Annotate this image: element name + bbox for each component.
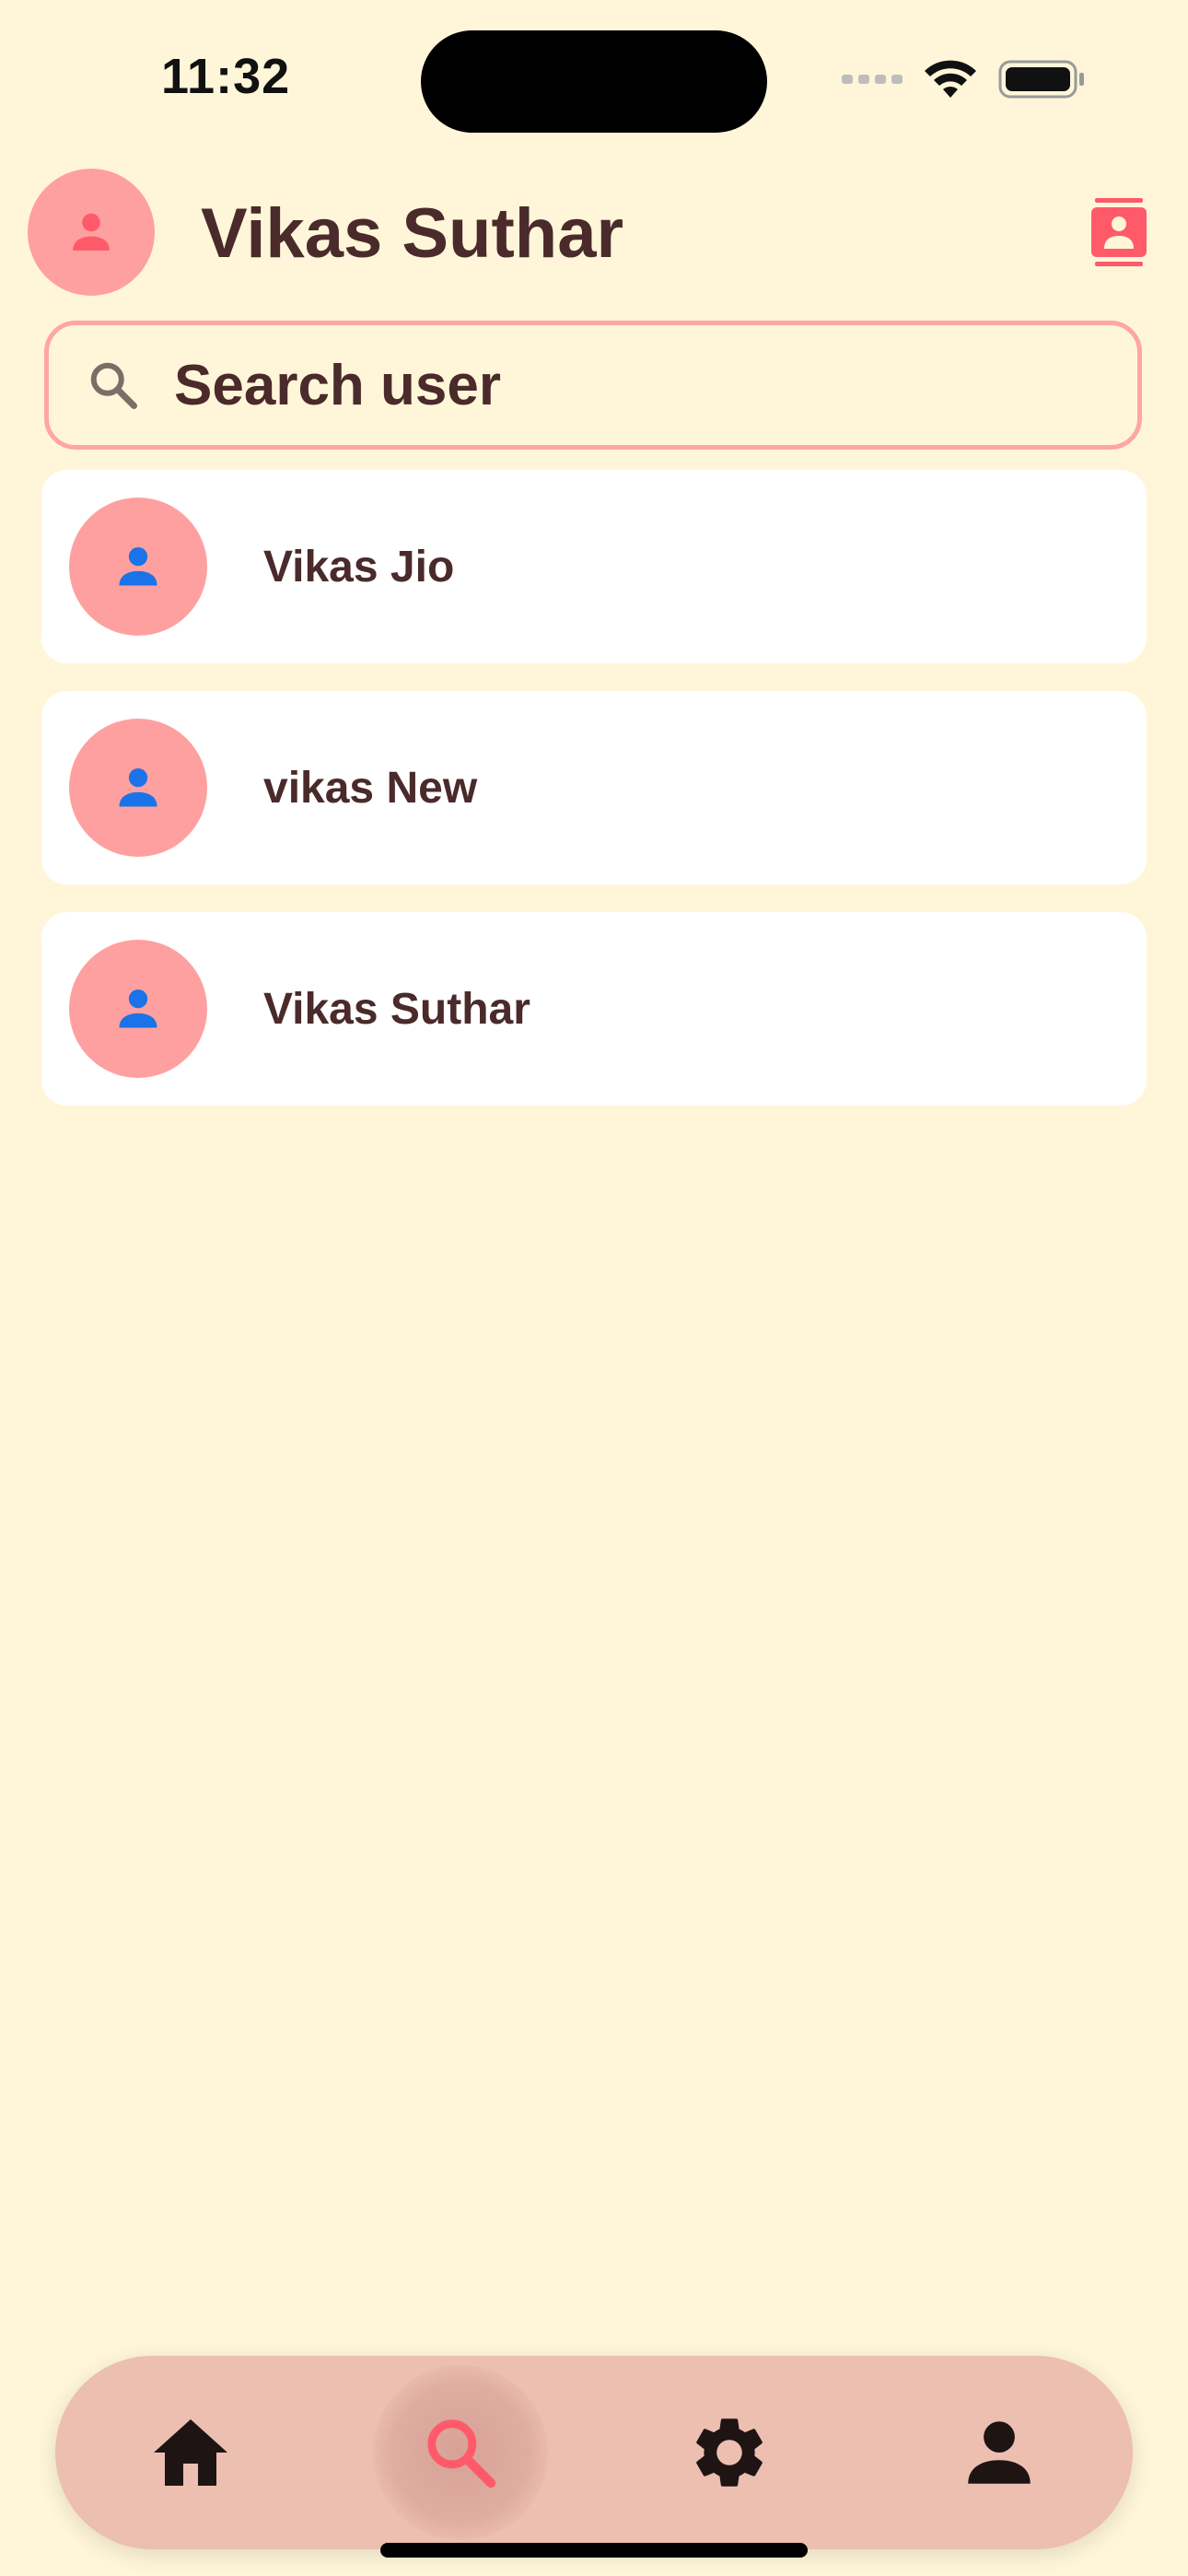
bottom-nav <box>55 2356 1133 2549</box>
user-name: Vikas Suthar <box>263 984 530 1034</box>
search-input[interactable] <box>174 352 1137 418</box>
person-icon <box>119 546 157 586</box>
user-name: Vikas Jio <box>263 542 455 591</box>
user-avatar <box>69 940 207 1078</box>
person-icon <box>119 989 157 1028</box>
status-time: 11:32 <box>161 49 291 104</box>
user-avatar <box>69 498 207 636</box>
nav-settings[interactable] <box>642 2356 817 2549</box>
person-icon <box>73 213 110 251</box>
person-icon <box>119 767 157 807</box>
user-list-item[interactable]: vikas New <box>41 691 1147 884</box>
search-icon <box>427 2419 496 2488</box>
person-icon <box>968 2421 1031 2484</box>
user-list-item[interactable]: Vikas Jio <box>41 470 1147 663</box>
settings-icon <box>696 2418 763 2487</box>
cellular-signal-icon <box>842 75 903 84</box>
user-name: vikas New <box>263 763 478 813</box>
battery-icon <box>998 60 1084 99</box>
page-title: Vikas Suthar <box>201 194 624 273</box>
wifi-icon <box>925 60 976 98</box>
nav-profile[interactable] <box>912 2356 1087 2549</box>
home-icon <box>154 2419 227 2486</box>
nav-home[interactable] <box>103 2356 278 2549</box>
screen: 11:32 Vikas Suthar Search user Vikas Jio… <box>0 0 1188 2576</box>
user-avatar <box>69 719 207 857</box>
dynamic-island <box>421 30 767 133</box>
contacts-icon <box>1091 198 1147 266</box>
user-list: Vikas Jio vikas New Vikas Suthar <box>41 470 1147 1133</box>
status-icons <box>842 57 1087 101</box>
header-avatar[interactable] <box>28 169 155 296</box>
search-icon <box>90 362 137 409</box>
contacts-button[interactable] <box>1087 195 1151 269</box>
nav-search[interactable] <box>373 2356 548 2549</box>
user-list-item[interactable]: Vikas Suthar <box>41 912 1147 1106</box>
home-indicator[interactable] <box>380 2543 808 2558</box>
search-box[interactable] <box>44 321 1142 450</box>
